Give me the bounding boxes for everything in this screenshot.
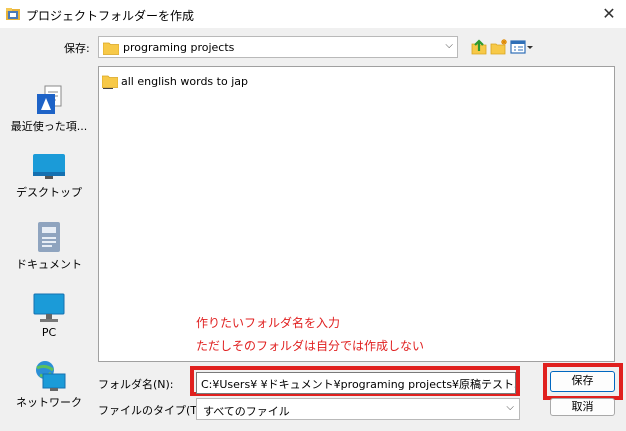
place-documents[interactable]: ドキュメント [6, 220, 92, 272]
filetype-label: ファイルのタイプ(T): [98, 404, 206, 417]
filetype-select[interactable]: すべてのファイル ⌵ [196, 398, 520, 420]
annotation-line-2: ただしそのフォルダは自分では作成しない [196, 339, 425, 353]
desktop-icon [33, 154, 65, 179]
window-title: プロジェクトフォルダーを作成 [26, 9, 195, 23]
place-label: 最近使った項... [10, 120, 88, 133]
close-button[interactable]: ✕ [598, 3, 620, 25]
place-desktop[interactable]: デスクトップ [6, 152, 92, 200]
save-in-label: 保存: [64, 42, 90, 55]
place-label: デスクトップ [16, 186, 82, 199]
title-bar: プロジェクトフォルダーを作成 ✕ [0, 0, 626, 28]
new-folder-icon[interactable] [490, 38, 508, 56]
view-menu-icon[interactable] [510, 38, 534, 56]
folder-icon [102, 75, 118, 88]
cancel-button[interactable]: 取消 [550, 398, 615, 416]
filename-label: フォルダ名(N): [98, 378, 174, 391]
list-item-name: all english words to jap [121, 74, 248, 88]
save-button[interactable]: 保存 [550, 371, 615, 392]
place-label: ドキュメント [16, 258, 82, 271]
place-network[interactable]: ネットワーク [6, 360, 92, 410]
up-folder-icon[interactable] [470, 38, 488, 56]
save-dialog: プロジェクトフォルダーを作成 ✕ 保存: programing projects… [0, 0, 626, 431]
list-item[interactable]: all english words to jap [102, 72, 248, 90]
file-list[interactable]: all english words to jap [98, 66, 615, 362]
place-label: ネットワーク [16, 396, 82, 409]
place-label: PC [41, 326, 57, 339]
save-in-value: programing projects [123, 41, 235, 54]
annotation-line-1: 作りたいフォルダ名を入力 [196, 316, 341, 330]
save-in-combo[interactable]: programing projects ⌵ [98, 36, 458, 58]
place-recent[interactable]: 最近使った項... [6, 84, 92, 134]
chevron-down-icon: ⌵ [445, 40, 453, 51]
focus-marker [103, 88, 113, 89]
folder-icon [103, 42, 119, 55]
place-pc[interactable]: PC [6, 292, 92, 339]
pc-icon [33, 293, 65, 322]
documents-icon [38, 222, 60, 252]
network-icon [36, 361, 66, 391]
recent-items-icon [37, 85, 62, 114]
filename-input[interactable]: C:¥Users¥ ¥ドキュメント¥programing projects¥原稿… [196, 372, 516, 394]
filetype-value: すべてのファイル [203, 405, 290, 418]
chevron-down-icon: ⌵ [506, 402, 514, 413]
places-bar: 最近使った項... デスクトップ ドキュメント PC ネットワーク [6, 66, 92, 428]
folder-app-icon [6, 8, 20, 20]
